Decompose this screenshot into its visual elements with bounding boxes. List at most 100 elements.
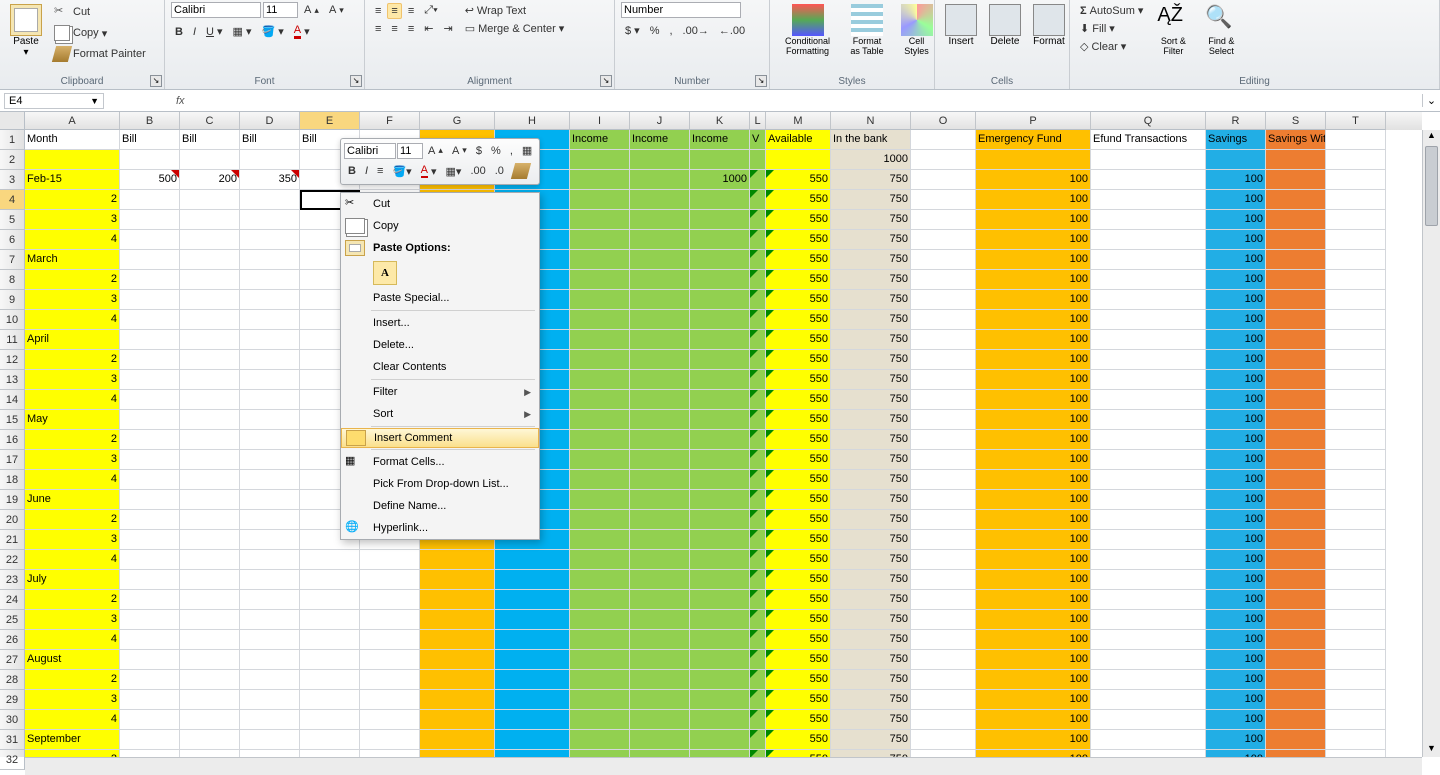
cell[interactable]	[570, 570, 630, 590]
row-header-4[interactable]: 4	[0, 190, 25, 210]
cell[interactable]	[1091, 430, 1206, 450]
cell[interactable]	[180, 270, 240, 290]
dialog-launcher-icon[interactable]: ↘	[150, 75, 162, 87]
cell[interactable]	[240, 670, 300, 690]
cell[interactable]	[180, 530, 240, 550]
cell[interactable]	[1266, 610, 1326, 630]
cell[interactable]	[690, 370, 750, 390]
cell[interactable]	[1091, 170, 1206, 190]
cell[interactable]	[1091, 410, 1206, 430]
cell[interactable]	[240, 230, 300, 250]
cell[interactable]	[630, 450, 690, 470]
cell[interactable]	[750, 570, 766, 590]
cell[interactable]	[300, 590, 360, 610]
cell[interactable]: 550	[766, 430, 831, 450]
cell[interactable]	[240, 190, 300, 210]
cell[interactable]: Income	[570, 130, 630, 150]
mini-grow-font[interactable]: A▴	[424, 143, 447, 159]
cell[interactable]	[120, 530, 180, 550]
cell[interactable]	[1091, 530, 1206, 550]
cell[interactable]: Bill	[180, 130, 240, 150]
cell[interactable]	[570, 310, 630, 330]
cell[interactable]: 100	[976, 650, 1091, 670]
cell[interactable]	[240, 470, 300, 490]
cell[interactable]	[120, 570, 180, 590]
decrease-decimal-button[interactable]: ←.00	[715, 23, 749, 39]
cell[interactable]	[690, 350, 750, 370]
fill-button[interactable]: ⬇ Fill ▾	[1076, 20, 1147, 37]
cell[interactable]: 550	[766, 510, 831, 530]
row-header-20[interactable]: 20	[0, 510, 25, 530]
cell[interactable]	[180, 230, 240, 250]
cell[interactable]	[750, 470, 766, 490]
cell[interactable]	[300, 650, 360, 670]
cell[interactable]	[1326, 670, 1386, 690]
row-header-1[interactable]: 1	[0, 130, 25, 150]
cell[interactable]: 550	[766, 610, 831, 630]
cell[interactable]	[240, 310, 300, 330]
cell[interactable]	[911, 330, 976, 350]
col-header-R[interactable]: R	[1206, 112, 1266, 130]
cell[interactable]	[180, 610, 240, 630]
cell[interactable]	[690, 710, 750, 730]
cell[interactable]	[630, 570, 690, 590]
cell[interactable]	[240, 290, 300, 310]
cell[interactable]: 2	[25, 190, 120, 210]
row-header-16[interactable]: 16	[0, 430, 25, 450]
cell[interactable]	[1266, 290, 1326, 310]
col-header-C[interactable]: C	[180, 112, 240, 130]
cell[interactable]	[690, 550, 750, 570]
cell[interactable]: 100	[976, 370, 1091, 390]
cm-format-cells[interactable]: ▦Format Cells...	[341, 451, 539, 473]
cell[interactable]: 100	[1206, 410, 1266, 430]
cell[interactable]: Savings Withdrawn	[1266, 130, 1326, 150]
font-name-select[interactable]	[171, 2, 261, 18]
col-header-B[interactable]: B	[120, 112, 180, 130]
cell[interactable]	[240, 710, 300, 730]
cell[interactable]	[495, 690, 570, 710]
cell[interactable]: 100	[976, 710, 1091, 730]
cell[interactable]	[630, 630, 690, 650]
cell[interactable]: 100	[976, 230, 1091, 250]
cell[interactable]	[630, 330, 690, 350]
cell[interactable]	[750, 430, 766, 450]
cell[interactable]	[240, 570, 300, 590]
formula-input[interactable]	[193, 92, 1422, 109]
cell[interactable]: 750	[831, 210, 911, 230]
cell[interactable]	[420, 650, 495, 670]
col-header-K[interactable]: K	[690, 112, 750, 130]
cell[interactable]	[690, 250, 750, 270]
cell[interactable]	[690, 450, 750, 470]
cell[interactable]	[630, 350, 690, 370]
row-header-14[interactable]: 14	[0, 390, 25, 410]
border-button[interactable]: ▦ ▾	[229, 23, 256, 40]
cell[interactable]	[750, 450, 766, 470]
cell[interactable]	[1266, 490, 1326, 510]
cell[interactable]: 750	[831, 370, 911, 390]
cell[interactable]	[360, 610, 420, 630]
cell[interactable]	[911, 190, 976, 210]
cell[interactable]	[240, 410, 300, 430]
cell[interactable]	[360, 590, 420, 610]
cell[interactable]	[1266, 470, 1326, 490]
cell[interactable]	[570, 550, 630, 570]
cell[interactable]: 550	[766, 450, 831, 470]
cell[interactable]	[495, 730, 570, 750]
col-header-G[interactable]: G	[420, 112, 495, 130]
cell[interactable]	[690, 310, 750, 330]
cell[interactable]	[630, 410, 690, 430]
cell[interactable]	[690, 470, 750, 490]
cell[interactable]	[1266, 230, 1326, 250]
cell[interactable]	[911, 130, 976, 150]
cell[interactable]: 100	[1206, 530, 1266, 550]
cell[interactable]	[1326, 450, 1386, 470]
cm-clear-contents[interactable]: Clear Contents	[341, 356, 539, 378]
cell[interactable]	[911, 530, 976, 550]
cell[interactable]	[750, 650, 766, 670]
cell[interactable]: 2	[25, 590, 120, 610]
cell[interactable]: 550	[766, 550, 831, 570]
cell[interactable]	[1266, 670, 1326, 690]
cell[interactable]: 750	[831, 250, 911, 270]
row-header-17[interactable]: 17	[0, 450, 25, 470]
cell[interactable]	[1266, 710, 1326, 730]
